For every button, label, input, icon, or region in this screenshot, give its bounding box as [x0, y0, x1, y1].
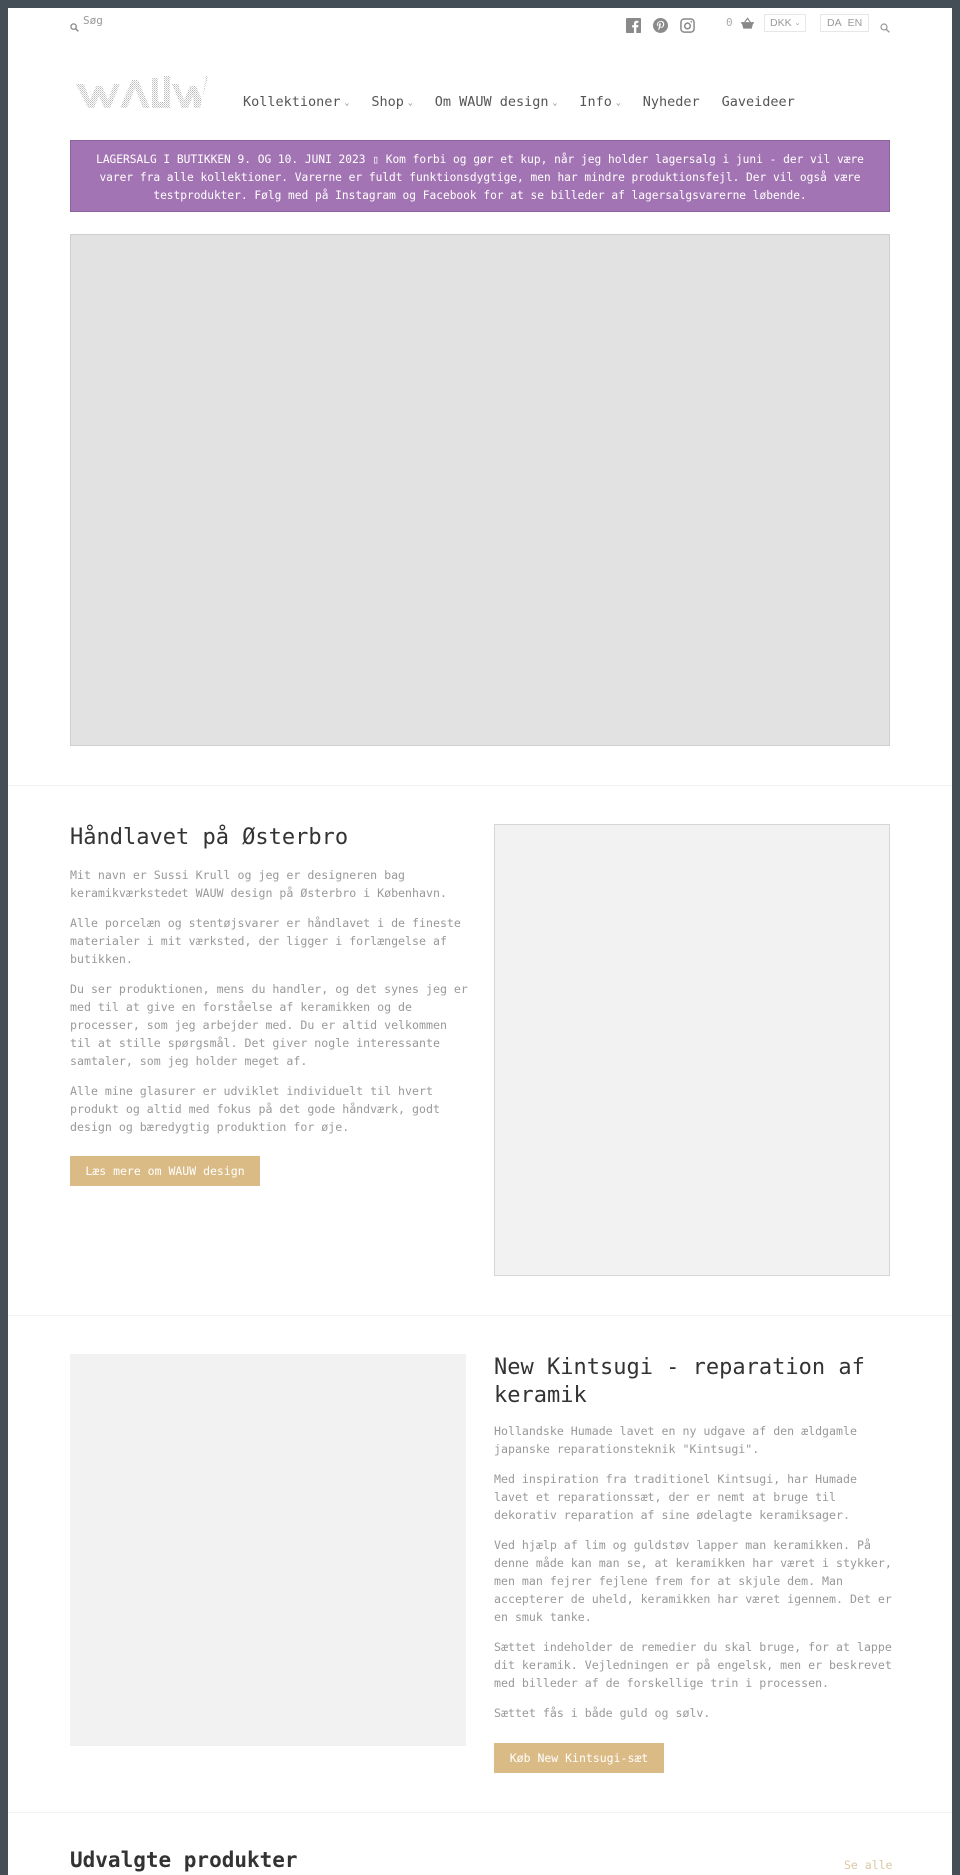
instagram-icon[interactable]	[680, 18, 695, 33]
search-label: Søg	[83, 14, 103, 27]
buy-kintsugi-button[interactable]: Køb New Kintsugi-sæt	[494, 1743, 664, 1773]
see-all-link[interactable]: Se alle	[844, 1858, 892, 1872]
kintsugi-text: Hollandske Humade lavet en ny udgave af …	[494, 1422, 894, 1734]
pinterest-icon[interactable]	[653, 18, 668, 33]
chevron-down-icon: ⌄	[615, 97, 621, 107]
section-divider	[8, 1812, 952, 1813]
chevron-down-icon: ⌄	[407, 97, 413, 107]
read-more-button[interactable]: Læs mere om WAUW design	[70, 1156, 260, 1186]
chevron-down-icon: ⌄	[794, 20, 801, 27]
language-en[interactable]: EN	[848, 17, 863, 29]
language-switcher: DA EN	[820, 14, 870, 32]
social-links	[626, 18, 695, 33]
hero-image[interactable]	[70, 234, 890, 746]
nav-item-shop[interactable]: Shop ⌄	[371, 94, 412, 110]
page: Søg 0 DKK ⌄ DA EN Kollektioner ⌄ Shop ⌄ …	[8, 8, 952, 1875]
nav-item-kollektioner[interactable]: Kollektioner ⌄	[243, 94, 349, 110]
nav-label: Info	[579, 94, 612, 110]
about-paragraph: Mit navn er Sussi Krull og jeg er design…	[70, 868, 447, 900]
announcement-text: LAGERSALG I BUTIKKEN 9. OG 10. JUNI 2023…	[96, 153, 864, 202]
currency-selector[interactable]: DKK ⌄	[764, 14, 807, 32]
cart-link[interactable]: 0	[726, 16, 754, 29]
search-icon	[880, 23, 890, 33]
basket-icon	[740, 16, 754, 29]
about-paragraph: Du ser produktionen, mens du handler, og…	[70, 982, 468, 1068]
nav-label: Shop	[371, 94, 404, 110]
currency-value: DKK	[770, 17, 792, 29]
about-text: Mit navn er Sussi Krull og jeg er design…	[70, 866, 470, 1148]
about-title: Håndlavet på Østerbro	[70, 825, 349, 850]
kintsugi-paragraph: Med inspiration fra traditionel Kintsugi…	[494, 1472, 857, 1522]
about-paragraph: Alle porcelæn og stentøjsvarer er håndla…	[70, 916, 461, 966]
section-divider	[8, 1315, 952, 1316]
kintsugi-paragraph: Hollandske Humade lavet en ny udgave af …	[494, 1424, 857, 1456]
cart-count: 0	[726, 16, 733, 29]
nav-label: Gaveideer	[721, 94, 795, 110]
language-da[interactable]: DA	[827, 17, 842, 29]
featured-title: Udvalgte produkter	[70, 1848, 298, 1872]
about-paragraph: Alle mine glasurer er udviklet individue…	[70, 1084, 440, 1134]
search-link[interactable]: Søg	[70, 14, 103, 32]
about-image	[494, 824, 890, 1276]
kintsugi-paragraph: Sættet indeholder de remedier du skal br…	[494, 1640, 892, 1690]
nav-item-gaveideer[interactable]: Gaveideer	[722, 94, 795, 110]
search-button[interactable]	[880, 18, 890, 37]
chevron-down-icon: ⌄	[344, 97, 350, 107]
nav-item-om-wauw-design[interactable]: Om WAUW design ⌄	[435, 94, 558, 110]
kintsugi-image	[70, 1354, 466, 1746]
nav-label: Nyheder	[642, 94, 700, 110]
nav-item-info[interactable]: Info ⌄	[579, 94, 620, 110]
search-icon	[70, 23, 79, 32]
logo[interactable]	[76, 70, 208, 110]
kintsugi-title: New Kintsugi - reparation af keramik	[494, 1355, 865, 1408]
kintsugi-paragraph: Ved hjælp af lim og guldstøv lapper man …	[494, 1538, 892, 1624]
nav-label: Kollektioner	[243, 94, 341, 110]
section-divider	[8, 785, 952, 786]
chevron-down-icon: ⌄	[552, 97, 558, 107]
nav-item-nyheder[interactable]: Nyheder	[643, 94, 700, 110]
kintsugi-paragraph: Sættet fås i både guld og sølv.	[494, 1706, 711, 1720]
announcement-banner: LAGERSALG I BUTIKKEN 9. OG 10. JUNI 2023…	[70, 140, 890, 212]
main-nav: Kollektioner ⌄ Shop ⌄ Om WAUW design ⌄ I…	[243, 94, 795, 110]
nav-label: Om WAUW design	[434, 94, 549, 110]
facebook-icon[interactable]	[626, 18, 641, 33]
